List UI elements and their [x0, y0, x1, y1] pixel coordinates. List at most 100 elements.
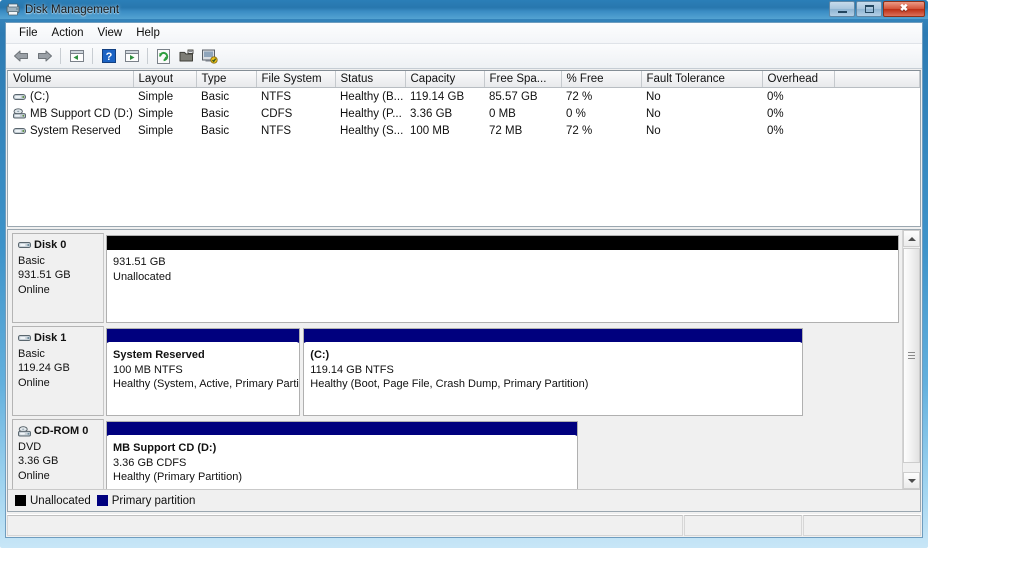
scroll-down-button[interactable]	[903, 472, 920, 489]
scroll-up-button[interactable]	[903, 230, 920, 247]
table-row[interactable]: System Reserved Simple Basic NTFS Health…	[8, 122, 920, 139]
cdrom-volume-icon	[13, 108, 26, 119]
partition-text: MB Support CD (D:) 3.36 GB CDFS Healthy …	[107, 436, 577, 489]
graphical-view-scrollbar[interactable]	[902, 230, 920, 489]
cell-fault-tolerance: No	[646, 90, 661, 103]
properties-button[interactable]	[176, 46, 197, 66]
volume-list-pane[interactable]: Volume Layout Type File System Status Ca…	[7, 70, 921, 227]
cell-layout: Simple	[138, 107, 174, 120]
partition-unallocated[interactable]: 931.51 GB Unallocated	[106, 235, 899, 323]
partition-size-fs: 3.36 GB CDFS	[113, 456, 187, 469]
cell-overhead: 0%	[767, 90, 784, 103]
disk-row-disk0[interactable]: Disk 0 Basic 931.51 GB Online 931.51 GB …	[12, 233, 899, 323]
column-header-type[interactable]: Type	[196, 71, 257, 88]
disk-row-cdrom0[interactable]: CD-ROM 0 DVD 3.36 GB Online MB Support C…	[12, 419, 899, 489]
column-header-volume[interactable]: Volume	[8, 71, 134, 88]
disk-title: Disk 1	[34, 332, 67, 344]
disk-drive-icon	[18, 241, 31, 250]
cell-status: Healthy (B...	[340, 90, 404, 103]
show-console-tree-button[interactable]	[121, 46, 142, 66]
partition-system-reserved[interactable]: System Reserved 100 MB NTFS Healthy (Sys…	[106, 328, 301, 416]
hard-disk-volume-icon	[13, 92, 26, 102]
minimize-icon	[837, 10, 847, 13]
properties-icon	[179, 49, 195, 63]
cell-file-system: CDFS	[261, 107, 293, 120]
cell-fault-tolerance: No	[646, 124, 661, 137]
disk-type: DVD	[18, 440, 42, 453]
cell-free-space: 0 MB	[489, 107, 516, 120]
up-one-level-button[interactable]	[66, 46, 87, 66]
volume-label: System Reserved	[30, 124, 121, 137]
graphical-view-scroll-area: Disk 0 Basic 931.51 GB Online 931.51 GB …	[8, 230, 903, 489]
table-row[interactable]: (C:) Simple Basic NTFS Healthy (B... 119…	[8, 88, 920, 106]
legend-swatch-unallocated	[15, 495, 26, 506]
cell-volume: MB Support CD (D:)	[8, 105, 133, 122]
disk-management-icon	[6, 3, 20, 16]
column-header-free-space[interactable]: Free Spa...	[484, 71, 562, 88]
partition-mb-support-cd[interactable]: MB Support CD (D:) 3.36 GB CDFS Healthy …	[106, 421, 578, 489]
title-bar[interactable]: Disk Management ✖	[0, 0, 928, 19]
disk-row-disk1[interactable]: Disk 1 Basic 119.24 GB Online System Res…	[12, 326, 899, 416]
partition-status: Unallocated	[113, 270, 172, 283]
column-header-status[interactable]: Status	[335, 71, 406, 88]
table-row[interactable]: MB Support CD (D:) Simple Basic CDFS Hea…	[8, 105, 920, 122]
rescan-disks-button[interactable]	[199, 46, 220, 66]
partition-status: Healthy (System, Active, Primary Partit	[113, 378, 300, 390]
cdrom-drive-icon	[18, 426, 31, 437]
disk-info-disk0[interactable]: Disk 0 Basic 931.51 GB Online	[12, 233, 104, 323]
partition-c-drive[interactable]: (C:) 119.14 GB NTFS Healthy (Boot, Page …	[303, 328, 803, 416]
up-one-level-icon	[69, 49, 85, 63]
back-icon	[13, 49, 30, 63]
show-console-tree-icon	[124, 49, 140, 63]
status-bar	[7, 514, 921, 536]
disk-info-cdrom0[interactable]: CD-ROM 0 DVD 3.36 GB Online	[12, 419, 104, 489]
disk-partitions-disk0: 931.51 GB Unallocated	[104, 233, 899, 323]
minimize-button[interactable]	[829, 1, 855, 17]
cell-filler	[834, 122, 920, 139]
status-pane-1	[7, 515, 683, 536]
column-header-percent-free[interactable]: % Free	[561, 71, 642, 88]
toolbar-separator	[147, 48, 148, 64]
menu-view[interactable]: View	[91, 25, 130, 41]
partition-color-bar	[107, 236, 898, 250]
cell-volume: System Reserved	[8, 122, 133, 139]
status-pane-2	[684, 515, 802, 536]
column-header-filler	[834, 71, 920, 88]
menu-file[interactable]: File	[12, 25, 45, 41]
maximize-button[interactable]	[856, 1, 882, 17]
disk-state: Online	[18, 283, 50, 296]
legend-label-unallocated: Unallocated	[30, 494, 91, 507]
disk-info-disk1[interactable]: Disk 1 Basic 119.24 GB Online	[12, 326, 104, 416]
help-button[interactable]: ?	[98, 46, 119, 66]
partition-color-bar	[107, 422, 577, 436]
cell-volume: (C:)	[8, 88, 133, 106]
legend-swatch-primary	[96, 495, 108, 506]
partition-text: 931.51 GB Unallocated	[107, 250, 898, 322]
client-area: File Action View Help ? Volume Layout Ty…	[5, 22, 923, 538]
volume-table-header-row: Volume Layout Type File System Status Ca…	[8, 71, 920, 88]
back-button[interactable]	[11, 46, 32, 66]
disk-type: Basic	[18, 254, 45, 267]
refresh-button[interactable]	[153, 46, 174, 66]
partition-size-fs: 931.51 GB	[113, 256, 166, 268]
column-header-fault-tolerance[interactable]: Fault Tolerance	[641, 71, 763, 88]
forward-button[interactable]	[34, 46, 55, 66]
column-header-capacity[interactable]: Capacity	[405, 71, 485, 88]
menu-help[interactable]: Help	[129, 25, 167, 41]
cell-fault-tolerance: No	[646, 107, 661, 120]
cell-free-space: 72 MB	[489, 124, 523, 137]
disk-partitions-disk1: System Reserved 100 MB NTFS Healthy (Sys…	[104, 326, 899, 416]
menu-action[interactable]: Action	[45, 25, 91, 41]
partition-color-bar	[107, 329, 300, 343]
cell-status: Healthy (P...	[340, 107, 402, 120]
column-header-overhead[interactable]: Overhead	[762, 71, 835, 88]
disk-state: Online	[18, 376, 50, 389]
hard-disk-volume-icon	[13, 126, 26, 136]
scrollbar-thumb[interactable]	[903, 248, 920, 463]
svg-text:?: ?	[105, 51, 112, 63]
partition-name: MB Support CD (D:)	[113, 442, 217, 454]
close-button[interactable]: ✖	[883, 1, 925, 17]
column-header-layout[interactable]: Layout	[133, 71, 197, 88]
column-header-file-system[interactable]: File System	[256, 71, 336, 88]
legend-label-primary: Primary partition	[111, 494, 196, 507]
